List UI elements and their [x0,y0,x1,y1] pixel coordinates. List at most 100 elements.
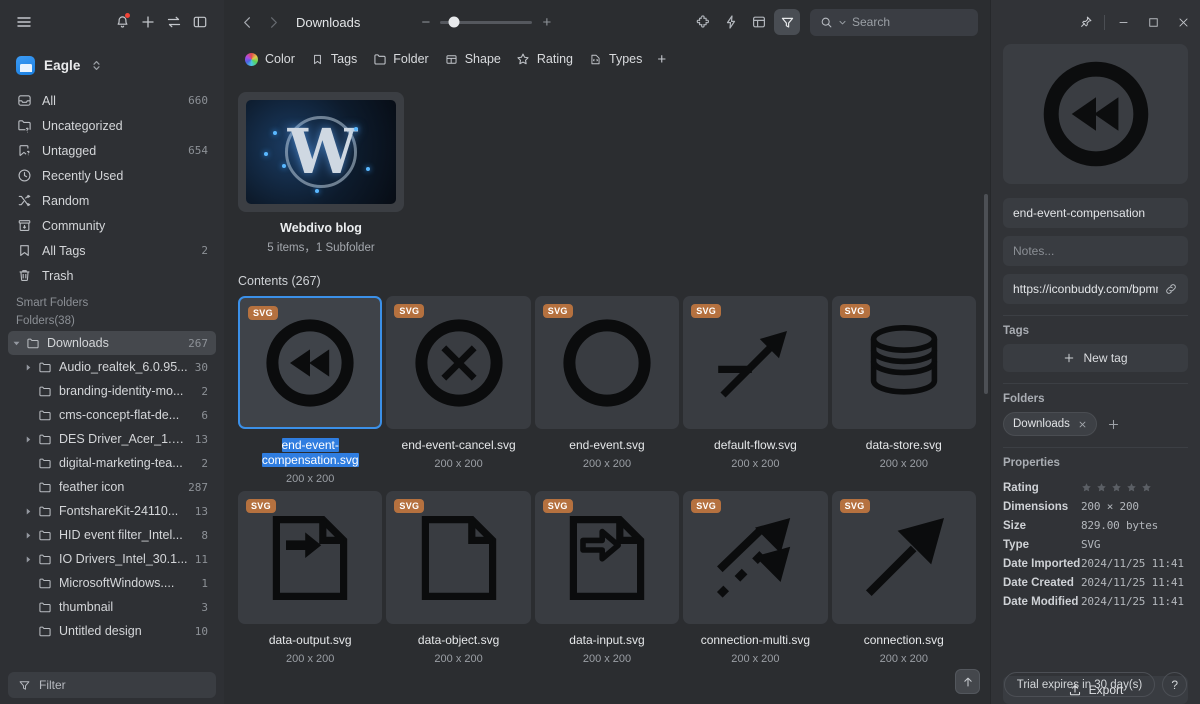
toggle-sidebar-icon[interactable] [187,9,213,35]
library-selector[interactable]: Eagle [0,48,224,82]
new-tag-button[interactable]: New tag [1003,344,1188,372]
folder-tree-item[interactable]: digital-marketing-tea... 2 [8,451,216,475]
sidebar-item-recently-used[interactable]: Recently Used [8,163,216,188]
grid-item[interactable]: SVG connection-multi.svg 200 x 200 [683,491,828,665]
chevron-right-icon[interactable] [20,364,36,371]
maximize-button[interactable] [1138,7,1168,37]
folder-tree-item[interactable]: HID event filter_Intel... 8 [8,523,216,547]
lightning-icon[interactable] [718,9,744,35]
star-icon[interactable] [1126,482,1137,493]
item-thumbnail[interactable]: SVG [238,491,383,624]
folder-tree-item[interactable]: DES Driver_Acer_1.0.... 13 [8,427,216,451]
grid-item[interactable]: SVG data-store.svg 200 x 200 [831,296,976,485]
extensions-icon[interactable] [690,9,716,35]
item-thumbnail[interactable]: SVG [386,296,531,429]
notifications-icon[interactable] [109,9,135,35]
item-thumbnail[interactable]: SVG [831,296,976,429]
thumbnail-size-slider[interactable]: − + [420,15,552,30]
content-scrollbar[interactable] [984,194,988,394]
filter-chip-types[interactable]: Types [582,47,651,71]
item-thumbnail[interactable]: SVG [238,296,383,429]
layout-icon[interactable] [746,9,772,35]
sidebar-item-all-tags[interactable]: All Tags 2 [8,238,216,263]
filter-chip-color[interactable]: Color [238,47,304,71]
sidebar-item-random[interactable]: Random [8,188,216,213]
folder-tree-item[interactable]: thumbnail 3 [8,595,216,619]
sidebar-item-untagged[interactable]: Untagged 654 [8,138,216,163]
star-icon[interactable] [1096,482,1107,493]
folder-tree-item[interactable]: cms-concept-flat-de... 6 [8,403,216,427]
item-title-field[interactable]: end-event-compensation [1003,198,1188,228]
grid-item[interactable]: SVG default-flow.svg 200 x 200 [683,296,828,485]
search-input[interactable]: Search [810,8,978,36]
file-type-badge: SVG [246,499,276,513]
zoom-out-button[interactable]: − [420,15,431,30]
filter-toggle-icon[interactable] [774,9,800,35]
pin-icon[interactable] [1071,7,1101,37]
chevron-right-icon[interactable] [20,508,36,515]
folder-tree-item[interactable]: Audio_realtek_6.0.95... 30 [8,355,216,379]
filter-chip-shape[interactable]: Shape [438,47,510,71]
sidebar-item-trash[interactable]: Trash [8,263,216,288]
back-button[interactable] [234,9,260,35]
folder-tree-item[interactable]: MicrosoftWindows.... 1 [8,571,216,595]
star-icon[interactable] [1111,482,1122,493]
filter-chip-folder[interactable]: Folder [366,47,437,71]
help-button[interactable]: ? [1162,672,1188,697]
sidebar-item-uncategorized[interactable]: Uncategorized [8,113,216,138]
grid-item[interactable]: SVG end-event-compensation.svg 200 x 200 [238,296,383,485]
sidebar-filter-bar[interactable]: Filter [8,672,216,698]
chevron-right-icon[interactable] [20,556,36,563]
scroll-to-top-button[interactable] [955,669,980,694]
slider-thumb[interactable] [448,16,460,28]
arrow-icon [856,510,952,606]
item-thumbnail[interactable]: SVG [534,296,680,429]
add-icon[interactable] [135,9,161,35]
link-icon[interactable] [1164,282,1178,296]
item-thumbnail[interactable]: SVG [386,491,531,624]
chevron-right-icon[interactable] [20,436,36,443]
sidebar-item-community[interactable]: Community [8,213,216,238]
filter-chip-tags[interactable]: Tags [304,47,366,71]
folder-tree-item[interactable]: Downloads 267 [8,331,216,355]
notes-field[interactable]: Notes... [1003,236,1188,266]
forward-button[interactable] [260,9,286,35]
filter-chip-rating[interactable]: Rating [510,47,582,71]
sidebar-item-all[interactable]: All 660 [8,88,216,113]
zoom-in-button[interactable]: + [541,15,552,30]
sync-icon[interactable] [161,9,187,35]
folder-tree-item[interactable]: feather icon 287 [8,475,216,499]
item-thumbnail[interactable]: SVG [683,296,828,429]
grid-item[interactable]: SVG data-output.svg 200 x 200 [238,491,383,665]
grid-item[interactable]: SVG connection.svg 200 x 200 [831,491,976,665]
star-icon[interactable] [1141,482,1152,493]
grid-item[interactable]: SVG data-object.svg 200 x 200 [386,491,531,665]
folder-tree-item[interactable]: Untitled design 10 [8,619,216,643]
grid-item[interactable]: SVG end-event.svg 200 x 200 [534,296,680,485]
chevron-right-icon[interactable] [20,532,36,539]
trial-badge[interactable]: Trial expires in 30 day(s) [1003,672,1156,697]
add-filter-button[interactable]: + [651,47,675,71]
menu-icon[interactable] [11,9,37,35]
slider-track[interactable] [440,16,533,28]
item-thumbnail[interactable]: SVG [683,491,828,624]
rating-stars[interactable] [1081,482,1152,493]
folder-card-stack[interactable]: W [238,92,404,212]
url-field[interactable]: https://iconbuddy.com/bpmn [1003,274,1188,304]
grid-item[interactable]: SVG end-event-cancel.svg 200 x 200 [386,296,531,485]
add-folder-icon[interactable] [1107,418,1120,431]
grid-item[interactable]: SVG data-input.svg 200 x 200 [534,491,680,665]
folder-chip[interactable]: Downloads [1003,412,1097,436]
folder-tree-item[interactable]: FontshareKit-24110... 13 [8,499,216,523]
chevron-updown-icon[interactable] [92,59,101,72]
folder-tree-item[interactable]: IO Drivers_Intel_30.1... 11 [8,547,216,571]
star-icon[interactable] [1081,482,1092,493]
item-thumbnail[interactable]: SVG [534,491,680,624]
folder-tree-item[interactable]: branding-identity-mo... 2 [8,379,216,403]
item-thumbnail[interactable]: SVG [831,491,976,624]
chevron-down-icon[interactable] [8,340,24,347]
minimize-button[interactable] [1108,7,1138,37]
folder-card[interactable]: W [238,92,404,212]
close-button[interactable] [1168,7,1198,37]
remove-folder-icon[interactable] [1078,420,1087,429]
